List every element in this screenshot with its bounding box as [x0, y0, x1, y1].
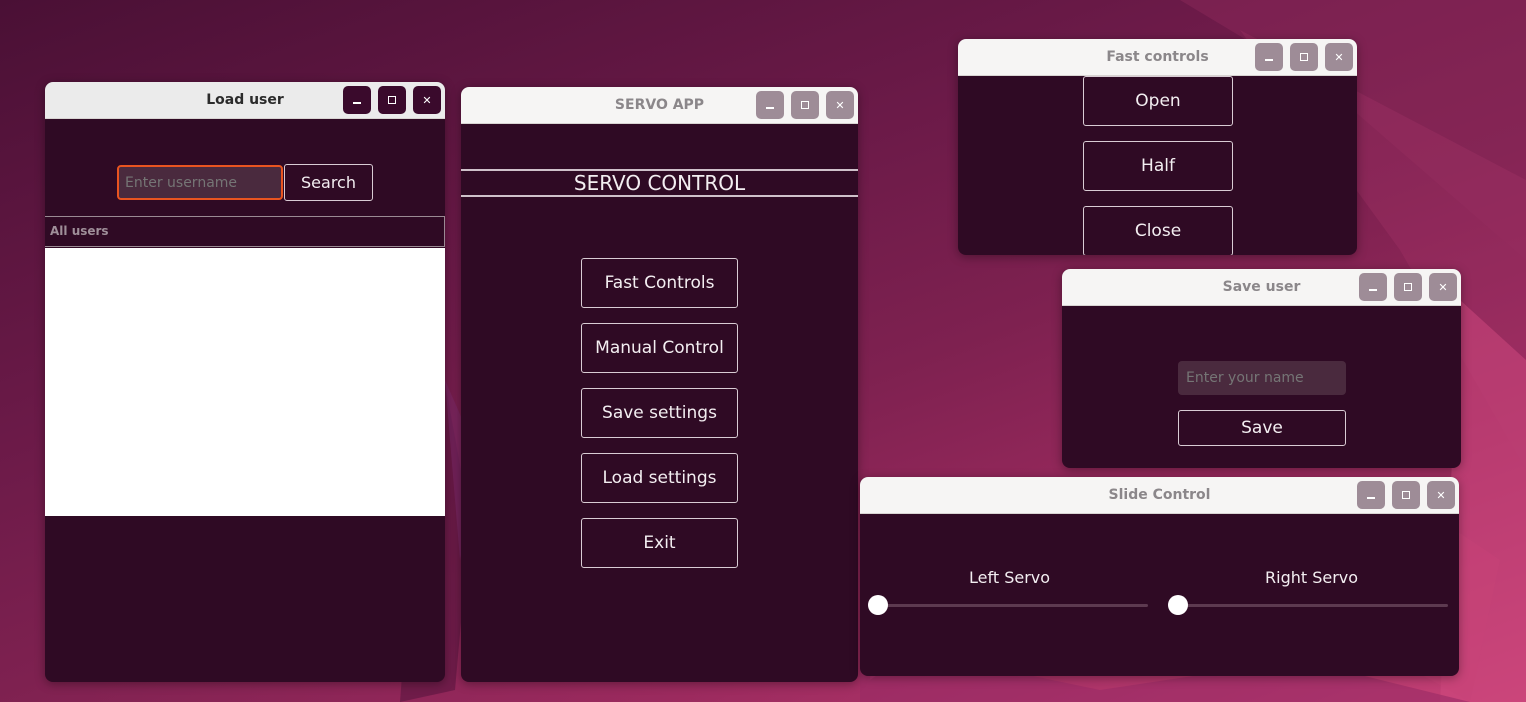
- close-icon: ✕: [1436, 488, 1446, 502]
- page-title: SERVO CONTROL: [573, 171, 746, 195]
- window-title: SERVO APP: [614, 97, 705, 113]
- minimize-button[interactable]: [1359, 273, 1387, 301]
- close-button[interactable]: ✕: [826, 91, 854, 119]
- maximize-icon: [801, 101, 809, 109]
- minimize-button[interactable]: [343, 86, 371, 114]
- right-servo-label: Right Servo: [1265, 568, 1359, 587]
- maximize-icon: [388, 96, 396, 104]
- close-button[interactable]: ✕: [1325, 43, 1353, 71]
- maximize-button[interactable]: [1392, 481, 1420, 509]
- load-user-titlebar[interactable]: Load user ✕: [45, 82, 445, 119]
- users-list[interactable]: [45, 248, 445, 516]
- username-search-input[interactable]: [117, 165, 283, 200]
- left-servo-slider[interactable]: [868, 595, 1148, 615]
- close-icon: ✕: [422, 93, 432, 107]
- maximize-button[interactable]: [1290, 43, 1318, 71]
- minimize-icon: [353, 102, 361, 104]
- close-button[interactable]: ✕: [1427, 481, 1455, 509]
- close-icon: ✕: [1438, 280, 1448, 294]
- slider-track: [1168, 604, 1448, 607]
- slide-control-window: Slide Control ✕ Left Servo Right Servo: [860, 477, 1459, 676]
- window-title: Save user: [1222, 279, 1301, 295]
- window-title: Load user: [206, 92, 284, 108]
- save-user-titlebar[interactable]: Save user ✕: [1062, 269, 1461, 306]
- fast-controls-window: Fast controls ✕ Open Half Close: [958, 39, 1357, 255]
- close-servo-button[interactable]: Close: [1083, 206, 1233, 255]
- save-user-window: Save user ✕ Save: [1062, 269, 1461, 468]
- load-user-window: Load user ✕ Search All users: [45, 82, 445, 682]
- exit-button[interactable]: Exit: [581, 518, 738, 568]
- minimize-icon: [1367, 497, 1375, 499]
- name-input[interactable]: [1178, 361, 1346, 395]
- half-button[interactable]: Half: [1083, 141, 1233, 191]
- slider-thumb[interactable]: [1168, 595, 1188, 615]
- minimize-button[interactable]: [756, 91, 784, 119]
- close-button[interactable]: ✕: [1429, 273, 1457, 301]
- servo-app-window: SERVO APP ✕ SERVO CONTROL Fast Controls …: [461, 87, 858, 682]
- slide-control-titlebar[interactable]: Slide Control ✕: [860, 477, 1459, 514]
- close-icon: ✕: [1334, 50, 1344, 64]
- window-title: Slide Control: [1108, 487, 1211, 503]
- slider-thumb[interactable]: [868, 595, 888, 615]
- maximize-icon: [1402, 491, 1410, 499]
- fast-controls-button[interactable]: Fast Controls: [581, 258, 738, 308]
- manual-control-button[interactable]: Manual Control: [581, 323, 738, 373]
- search-button[interactable]: Search: [284, 164, 373, 201]
- left-servo-label: Left Servo: [969, 568, 1051, 587]
- maximize-icon: [1404, 283, 1412, 291]
- open-button[interactable]: Open: [1083, 76, 1233, 126]
- close-button[interactable]: ✕: [413, 86, 441, 114]
- close-icon: ✕: [835, 98, 845, 112]
- minimize-button[interactable]: [1357, 481, 1385, 509]
- save-settings-button[interactable]: Save settings: [581, 388, 738, 438]
- minimize-icon: [766, 107, 774, 109]
- minimize-icon: [1265, 59, 1273, 61]
- load-settings-button[interactable]: Load settings: [581, 453, 738, 503]
- maximize-button[interactable]: [378, 86, 406, 114]
- maximize-button[interactable]: [1394, 273, 1422, 301]
- maximize-icon: [1300, 53, 1308, 61]
- users-list-header-label: All users: [50, 224, 109, 238]
- slider-track: [868, 604, 1148, 607]
- fast-controls-titlebar[interactable]: Fast controls ✕: [958, 39, 1357, 76]
- minimize-button[interactable]: [1255, 43, 1283, 71]
- servo-control-heading-frame: SERVO CONTROL: [461, 169, 858, 197]
- minimize-icon: [1369, 289, 1377, 291]
- right-servo-slider[interactable]: [1168, 595, 1448, 615]
- window-title: Fast controls: [1106, 49, 1209, 65]
- save-button[interactable]: Save: [1178, 410, 1346, 446]
- users-list-header: All users: [45, 216, 445, 247]
- servo-app-titlebar[interactable]: SERVO APP ✕: [461, 87, 858, 124]
- maximize-button[interactable]: [791, 91, 819, 119]
